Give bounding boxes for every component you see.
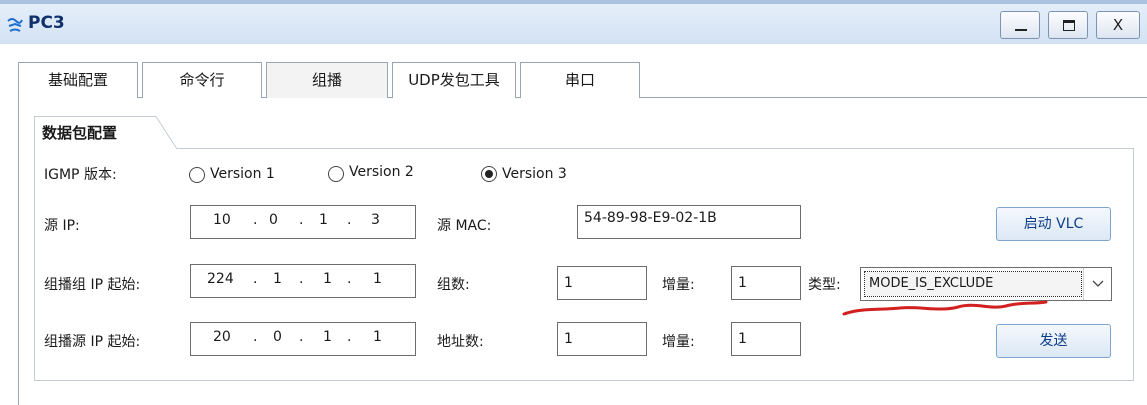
close-icon: X <box>1112 16 1124 34</box>
address-count-input[interactable]: 1 <box>557 322 647 356</box>
ip-octet: 0 <box>269 212 278 228</box>
maximize-icon <box>1063 20 1075 31</box>
ip-octet: 3 <box>371 212 380 228</box>
tab-multicast[interactable]: 组播 <box>266 62 388 98</box>
radio-version-1-label: Version 1 <box>210 166 275 182</box>
type-label: 类型: <box>808 277 841 293</box>
ip-octet: 1 <box>319 212 328 228</box>
title-bar: PC3 X <box>0 0 1147 44</box>
source-increment-label: 增量: <box>662 334 695 350</box>
type-select-arrow[interactable] <box>1083 268 1111 300</box>
ip-octet: 1 <box>273 271 282 287</box>
source-ip-input[interactable]: 10 . 0 . 1 . 3 <box>190 205 416 239</box>
radio-version-3-label: Version 3 <box>502 166 567 182</box>
group-increment-label: 增量: <box>662 277 695 293</box>
radio-version-2-label: Version 2 <box>349 164 414 180</box>
source-mac-input[interactable]: 54-89-98-E9-02-1B <box>577 205 801 239</box>
ip-dot: . <box>299 271 304 287</box>
group-increment-input[interactable]: 1 <box>731 266 801 300</box>
radio-selected-dot <box>485 170 493 178</box>
maximize-button[interactable] <box>1048 11 1088 39</box>
igmp-version-label: IGMP 版本: <box>44 167 117 183</box>
minimize-button[interactable] <box>1000 11 1040 39</box>
ip-dot: . <box>347 212 352 228</box>
chevron-down-icon <box>1092 280 1104 287</box>
ip-dot: . <box>253 329 258 345</box>
ip-dot: . <box>299 212 304 228</box>
address-count-label: 地址数: <box>437 334 484 350</box>
ip-octet: 1 <box>373 271 382 287</box>
tab-serial[interactable]: 串口 <box>520 62 640 98</box>
red-annotation-underline <box>842 300 1048 316</box>
tab-basic-config[interactable]: 基础配置 <box>18 62 138 98</box>
source-ip-label: 源 IP: <box>44 218 80 234</box>
source-mac-label: 源 MAC: <box>437 218 492 234</box>
tab-udp-tool[interactable]: UDP发包工具 <box>392 62 516 98</box>
minimize-icon <box>1015 29 1027 31</box>
start-vlc-button[interactable]: 启动 VLC <box>996 207 1111 241</box>
ip-octet: 10 <box>213 212 231 228</box>
radio-version-1[interactable] <box>189 167 205 183</box>
window-title: PC3 <box>28 13 65 33</box>
ip-octet: 0 <box>273 329 282 345</box>
ip-octet: 20 <box>213 329 231 345</box>
send-button[interactable]: 发送 <box>996 324 1111 358</box>
group-header: 数据包配置 <box>34 116 178 150</box>
ip-octet: 1 <box>323 329 332 345</box>
source-ip-start-label: 组播源 IP 起始: <box>44 334 141 350</box>
tab-command-line[interactable]: 命令行 <box>142 62 262 98</box>
radio-version-2[interactable] <box>328 166 344 182</box>
group-divider <box>176 148 1134 149</box>
close-button[interactable]: X <box>1096 11 1140 39</box>
ip-dot: . <box>299 329 304 345</box>
ip-octet: 1 <box>323 271 332 287</box>
ip-dot: . <box>347 329 352 345</box>
ip-octet: 224 <box>207 271 234 287</box>
group-title: 数据包配置 <box>42 124 118 142</box>
ip-octet: 1 <box>373 329 382 345</box>
group-count-label: 组数: <box>437 277 470 293</box>
group-ip-start-label: 组播组 IP 起始: <box>44 277 141 293</box>
group-ip-start-input[interactable]: 224 . 1 . 1 . 1 <box>190 264 416 298</box>
source-ip-start-input[interactable]: 20 . 0 . 1 . 1 <box>190 322 416 356</box>
radio-version-3[interactable] <box>481 166 497 182</box>
group-count-input[interactable]: 1 <box>557 266 647 300</box>
ip-dot: . <box>347 271 352 287</box>
ip-dot: . <box>253 271 258 287</box>
ip-dot: . <box>253 212 258 228</box>
app-icon <box>7 18 23 32</box>
source-increment-input[interactable]: 1 <box>731 322 801 356</box>
